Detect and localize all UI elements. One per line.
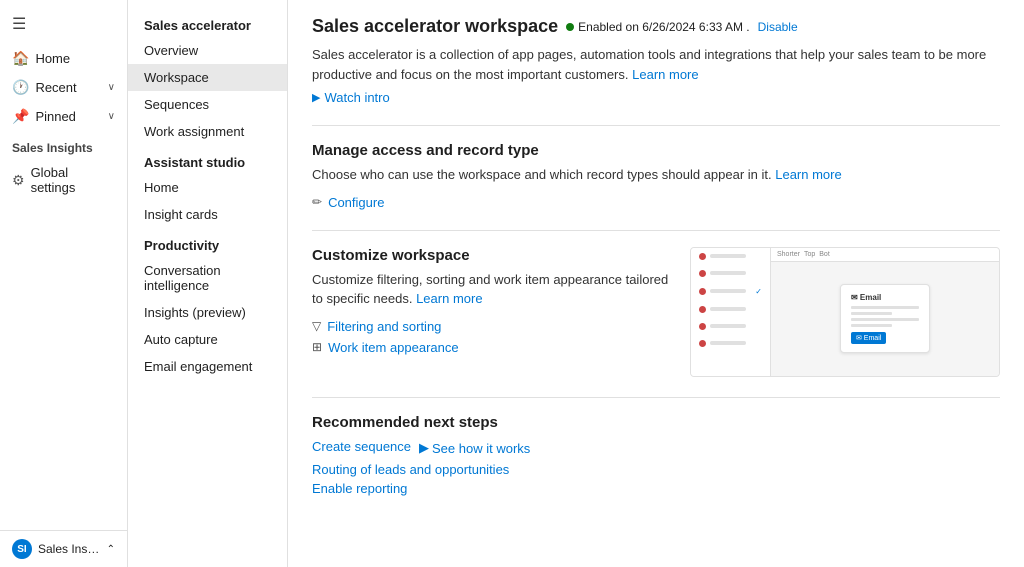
- sidebar-item-home-assistant[interactable]: Home: [128, 174, 287, 201]
- preview-line: [710, 289, 746, 293]
- status-dot-enabled: [566, 23, 574, 31]
- customize-workspace-section: Customize workspace Customize filtering,…: [312, 230, 1000, 377]
- customize-workspace-desc: Customize filtering, sorting and work it…: [312, 270, 674, 309]
- customize-workspace-layout: Customize workspace Customize filtering,…: [312, 247, 1000, 377]
- play-icon-small: ▶: [419, 440, 429, 456]
- enable-reporting-link[interactable]: Enable reporting: [312, 481, 1000, 496]
- recommended-steps-section: Recommended next steps Create sequence ▶…: [312, 397, 1000, 496]
- step-row-create-sequence: Create sequence ▶ See how it works: [312, 439, 1000, 458]
- nav-global-settings-label: Global settings: [31, 165, 115, 195]
- avatar: SI: [12, 539, 32, 559]
- table-icon: ⊞: [312, 340, 322, 354]
- hamburger-menu[interactable]: ☰: [0, 8, 127, 44]
- manage-access-section: Manage access and record type Choose who…: [312, 125, 1000, 210]
- preview-card-panel: ✉ Email ✉ Email: [771, 262, 999, 376]
- sidebar-item-overview[interactable]: Overview: [128, 37, 287, 64]
- sidebar-item-auto-capture[interactable]: Auto capture: [128, 326, 287, 353]
- filtering-sorting-action[interactable]: ▽ Filtering and sorting: [312, 319, 674, 334]
- preview-email-card: ✉ Email ✉ Email: [840, 284, 930, 353]
- customize-learn-more-link[interactable]: Learn more: [416, 291, 482, 306]
- chevron-down-icon: ∨: [108, 111, 115, 122]
- preview-line: [710, 324, 746, 328]
- filter-icon: ▽: [312, 319, 321, 333]
- nav-item-home[interactable]: 🏠 Home: [0, 44, 127, 73]
- sidebar-item-work-assignment[interactable]: Work assignment: [128, 118, 287, 145]
- main-content: Sales accelerator workspace Enabled on 6…: [288, 0, 1024, 567]
- gear-icon: ⚙: [12, 172, 25, 189]
- recommended-steps-title: Recommended next steps: [312, 414, 1000, 431]
- preview-dot: [699, 288, 706, 295]
- sales-accelerator-section-label: Sales accelerator: [128, 8, 287, 37]
- home-icon: 🏠: [12, 50, 29, 67]
- sidebar-item-conversation-intelligence[interactable]: Conversation intelligence: [128, 257, 287, 299]
- work-item-appearance-action[interactable]: ⊞ Work item appearance: [312, 340, 674, 355]
- see-how-link[interactable]: ▶ See how it works: [419, 440, 530, 456]
- customize-workspace-title: Customize workspace: [312, 247, 674, 264]
- sidebar: Sales accelerator Overview Workspace Seq…: [128, 0, 288, 567]
- nav-pinned-label: Pinned: [35, 109, 75, 124]
- configure-action[interactable]: ✏ Configure: [312, 195, 1000, 210]
- preview-line: [710, 254, 746, 258]
- create-sequence-link[interactable]: Create sequence: [312, 439, 411, 454]
- nav-item-pinned[interactable]: 📌 Pinned ∨: [0, 102, 127, 131]
- page-description: Sales accelerator is a collection of app…: [312, 45, 1000, 84]
- preview-line: [710, 341, 746, 345]
- chevron-up-icon: ⌃: [107, 544, 115, 555]
- preview-header-bar: Shorter Top Bot: [771, 248, 999, 262]
- nav-item-global-settings[interactable]: ⚙ Global settings: [0, 159, 127, 201]
- sidebar-item-insights-preview[interactable]: Insights (preview): [128, 299, 287, 326]
- nav-bottom-account[interactable]: SI Sales Insights sett... ⌃: [0, 530, 127, 567]
- description-learn-more-link[interactable]: Learn more: [632, 67, 698, 82]
- preview-dot: [699, 340, 706, 347]
- manage-access-learn-more-link[interactable]: Learn more: [775, 167, 841, 182]
- status-text: Enabled on 6/26/2024 6:33 AM .: [578, 20, 749, 34]
- preview-dot: [699, 306, 706, 313]
- preview-line: [710, 307, 746, 311]
- recent-icon: 🕐: [12, 79, 29, 96]
- pin-icon: 📌: [12, 108, 29, 125]
- preview-dot: [699, 270, 706, 277]
- page-header: Sales accelerator workspace Enabled on 6…: [312, 16, 1000, 37]
- sidebar-item-insight-cards[interactable]: Insight cards: [128, 201, 287, 228]
- disable-link[interactable]: Disable: [758, 20, 798, 34]
- sales-insights-section-label: Sales Insights: [0, 131, 127, 159]
- sidebar-item-workspace[interactable]: Workspace: [128, 64, 287, 91]
- manage-access-title: Manage access and record type: [312, 142, 1000, 159]
- left-nav: ☰ 🏠 Home 🕐 Recent ∨ 📌 Pinned ∨ Sales Ins…: [0, 0, 128, 567]
- nav-home-label: Home: [35, 51, 70, 66]
- page-title: Sales accelerator workspace: [312, 16, 558, 37]
- customize-workspace-content: Customize workspace Customize filtering,…: [312, 247, 674, 361]
- play-icon: ▶: [312, 91, 320, 104]
- watch-intro-link[interactable]: ▶ Watch intro: [312, 90, 1000, 105]
- customize-preview: ✓ Shorter: [690, 247, 1000, 377]
- chevron-down-icon: ∨: [108, 82, 115, 93]
- preview-dot: [699, 253, 706, 260]
- sidebar-item-email-engagement[interactable]: Email engagement: [128, 353, 287, 380]
- preview-line: [710, 271, 746, 275]
- preview-dot: [699, 323, 706, 330]
- manage-access-desc: Choose who can use the workspace and whi…: [312, 165, 992, 185]
- nav-item-recent[interactable]: 🕐 Recent ∨: [0, 73, 127, 102]
- routing-link[interactable]: Routing of leads and opportunities: [312, 462, 1000, 477]
- assistant-studio-section-label: Assistant studio: [128, 145, 287, 174]
- productivity-section-label: Productivity: [128, 228, 287, 257]
- sidebar-item-sequences[interactable]: Sequences: [128, 91, 287, 118]
- edit-icon: ✏: [312, 195, 322, 209]
- preview-list-panel: ✓: [691, 248, 771, 376]
- status-badge: Enabled on 6/26/2024 6:33 AM .: [566, 20, 749, 34]
- nav-recent-label: Recent: [35, 80, 76, 95]
- nav-bottom-label: Sales Insights sett...: [38, 542, 101, 556]
